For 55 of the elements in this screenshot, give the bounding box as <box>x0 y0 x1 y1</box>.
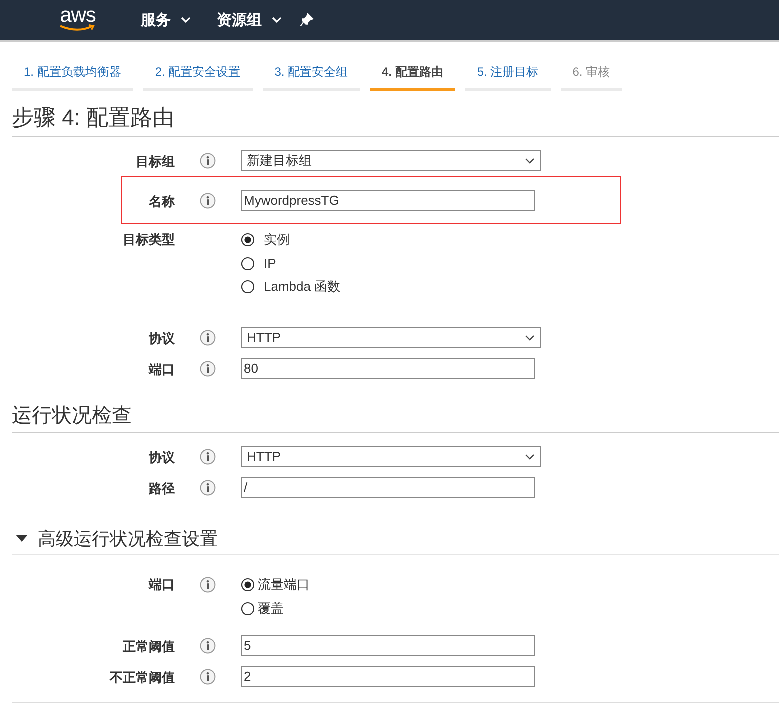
step-tab[interactable]: 1. 配置负载均衡器 <box>12 60 134 91</box>
field-label: 目标组 <box>135 153 175 171</box>
info-icon <box>200 361 216 377</box>
field-label: 路径 <box>148 480 175 498</box>
info-icon <box>200 638 216 654</box>
nav-menu-button[interactable]: 服务 <box>135 6 197 34</box>
caret-icon <box>272 17 282 23</box>
radio-label: Lambda 函数 <box>264 278 341 296</box>
nav-menu-button[interactable]: 资源组 <box>211 6 288 34</box>
radio-label: 覆盖 <box>258 600 284 618</box>
dropdown-select[interactable]: HTTP <box>241 446 541 467</box>
input-field[interactable]: 2 <box>241 666 535 687</box>
field-label: 目标类型 <box>122 231 175 249</box>
field-label: 名称 <box>148 193 175 211</box>
radio-label: IP <box>264 256 276 271</box>
radio-button[interactable] <box>241 280 255 294</box>
dropdown-select[interactable]: HTTP <box>241 327 541 348</box>
field-label: 协议 <box>148 330 175 348</box>
section-title: 运行状况检查 <box>12 404 132 429</box>
aws-logo[interactable]: aws <box>53 6 103 34</box>
info-icon <box>200 577 216 593</box>
input-field[interactable]: MywordpressTG <box>241 190 535 211</box>
radio-button[interactable] <box>241 256 255 270</box>
radio-button[interactable] <box>241 602 255 616</box>
step-tab[interactable]: 3. 配置安全组 <box>262 60 360 91</box>
pin-icon[interactable] <box>300 13 314 27</box>
step-tab[interactable]: 4. 配置路由 <box>370 60 456 91</box>
info-icon <box>200 153 216 169</box>
chevron-down-icon <box>525 334 535 340</box>
radio-label: 实例 <box>264 231 290 249</box>
expand-triangle-icon[interactable] <box>16 535 28 543</box>
info-icon <box>200 480 216 496</box>
info-icon <box>200 669 216 685</box>
page-title: 步骤 4: 配置路由 <box>12 104 175 132</box>
info-icon <box>200 193 216 209</box>
input-field[interactable]: 5 <box>241 635 535 656</box>
radio-label: 流量端口 <box>258 576 310 594</box>
field-label: 不正常阈值 <box>108 669 175 687</box>
field-label: 正常阈值 <box>122 638 175 656</box>
radio-button[interactable] <box>241 578 255 592</box>
dropdown-select[interactable]: 新建目标组 <box>241 150 541 171</box>
chevron-down-icon <box>525 158 535 164</box>
radio-button[interactable] <box>241 233 255 247</box>
info-icon <box>200 330 216 346</box>
step-tab[interactable]: 2. 配置安全设置 <box>143 60 253 91</box>
caret-icon <box>181 17 191 23</box>
step-tab[interactable]: 5. 注册目标 <box>465 60 551 91</box>
input-field[interactable]: 80 <box>241 358 535 379</box>
chevron-down-icon <box>525 454 535 460</box>
field-label: 协议 <box>148 449 175 467</box>
input-field[interactable]: / <box>241 477 535 498</box>
field-label: 端口 <box>148 361 175 379</box>
field-label: 端口 <box>148 576 175 594</box>
info-icon <box>200 449 216 465</box>
section-title: 高级运行状况检查设置 <box>38 528 218 551</box>
